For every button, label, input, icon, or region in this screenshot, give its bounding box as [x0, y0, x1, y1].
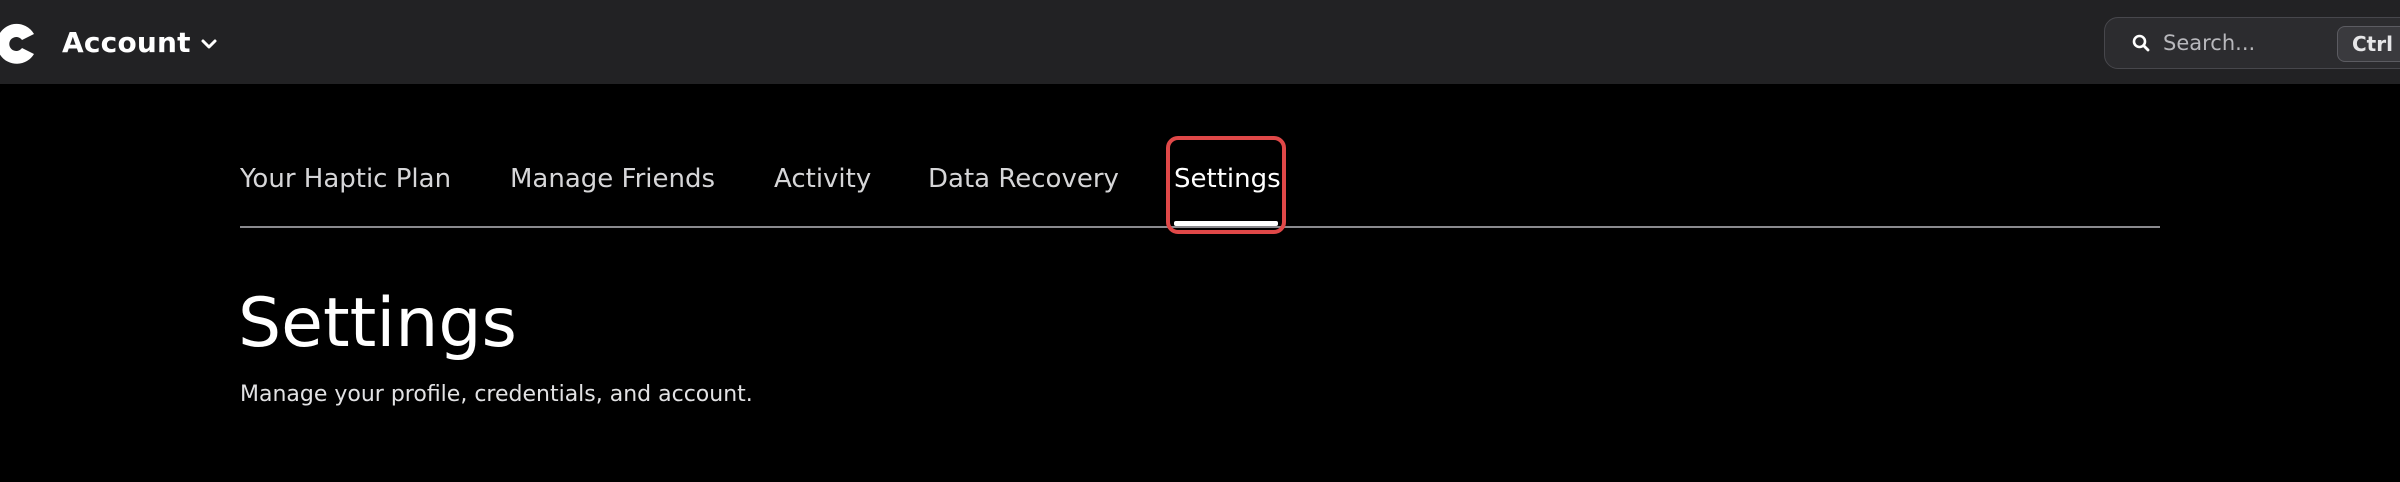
search-icon	[2132, 34, 2150, 52]
search-placeholder: Search...	[2163, 31, 2256, 55]
page-title: Settings	[238, 284, 517, 363]
tab-your-haptic-plan[interactable]: Your Haptic Plan	[240, 164, 451, 194]
tabs-divider	[240, 226, 2160, 228]
chevron-down-icon	[201, 39, 217, 49]
tab-data-recovery[interactable]: Data Recovery	[928, 164, 1119, 194]
tab-manage-friends[interactable]: Manage Friends	[510, 164, 715, 194]
top-navigation-bar: Account Search... Ctrl K	[0, 0, 2400, 84]
keyboard-shortcut-badge: Ctrl K	[2337, 26, 2400, 62]
tab-activity[interactable]: Activity	[774, 164, 871, 194]
search-input[interactable]: Search... Ctrl K	[2104, 17, 2400, 69]
account-menu-button[interactable]: Account	[62, 22, 219, 62]
page-subtitle: Manage your profile, credentials, and ac…	[240, 382, 753, 407]
tab-settings[interactable]: Settings	[1174, 164, 1281, 194]
brand-c-logo-icon[interactable]	[0, 22, 36, 66]
account-label: Account	[62, 25, 191, 59]
